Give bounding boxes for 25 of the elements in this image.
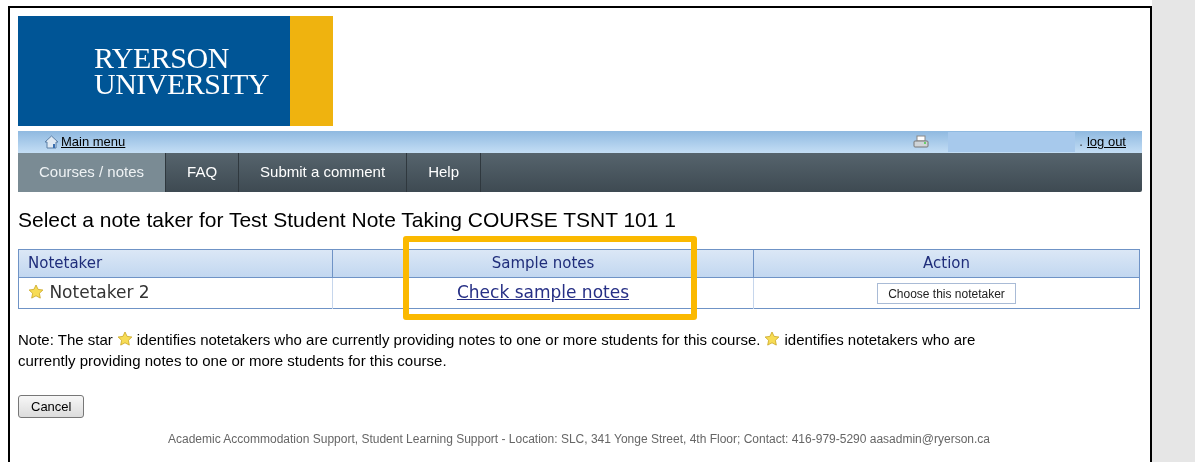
star-icon <box>116 331 133 347</box>
nav-tab[interactable]: FAQ <box>166 153 240 192</box>
nav-tab[interactable]: Submit a comment <box>239 153 408 192</box>
nav-tab[interactable]: Help <box>407 153 481 192</box>
note-text: identifies notetakers who are <box>784 329 976 350</box>
logo-text: RYERSON <box>94 45 230 71</box>
column-header: Notetaker <box>18 249 333 277</box>
main-menu-link[interactable]: Main menu <box>61 132 126 152</box>
logo-text: UNIVERSITY <box>94 71 270 97</box>
page-heading: Select a note taker for Test Student Note Taking COURSE TSNT 101 1 <box>18 207 677 233</box>
sample-notes-link[interactable]: Check sample notes <box>456 281 630 302</box>
note-text: Note: The star <box>18 329 113 350</box>
separator-dot: . <box>1079 133 1083 152</box>
logout-link[interactable]: log out <box>1086 132 1126 152</box>
column-header: Sample notes <box>332 249 754 277</box>
table-cell: Notetaker 2 <box>18 277 333 308</box>
column-header: Action <box>753 249 1140 277</box>
printer-icon[interactable] <box>913 135 930 149</box>
note-text: currently providing notes to one or more students for this course. <box>18 350 447 371</box>
home-icon <box>44 135 59 149</box>
choose-notetaker-button[interactable]: Choose this notetaker <box>877 283 1016 304</box>
footer-text: Academic Accommodation Support, Student Learning Support - Location: SLC, 341 Yonge Street, 4th Floor; Contact: 416-979-5290 aasadmin@ryerson.ca <box>167 430 991 448</box>
note-text: identifies notetakers who are currently providing notes to one or more students for this course. <box>136 329 761 350</box>
cancel-button[interactable]: Cancel <box>18 394 85 418</box>
star-icon <box>764 331 781 347</box>
